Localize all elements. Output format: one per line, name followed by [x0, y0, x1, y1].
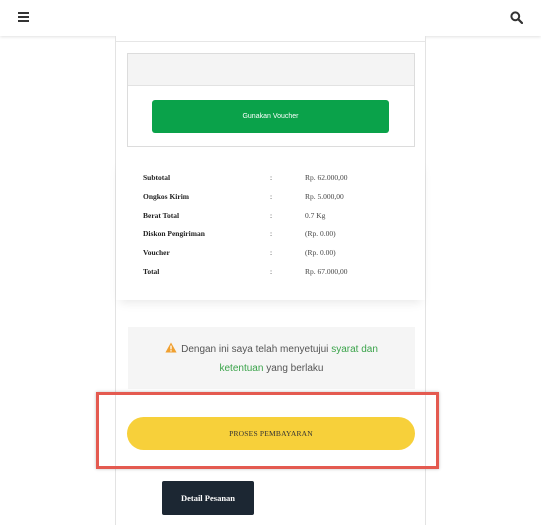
summary-label: Voucher	[143, 248, 170, 257]
terms-agreement-box: Dengan ini saya telah menyetujui syarat …	[128, 327, 415, 389]
use-voucher-button[interactable]: Gunakan Voucher	[152, 100, 389, 133]
voucher-box: Gunakan Voucher	[127, 53, 415, 147]
summary-colon: :	[270, 267, 273, 276]
summary-row-weight: Berat Total : 0.7 Kg	[116, 211, 425, 223]
summary-colon: :	[270, 173, 273, 182]
terms-text-after: yang berlaku	[263, 363, 324, 374]
summary-row-total: Total : Rp. 67.000,00	[116, 267, 425, 279]
summary-label: Total	[143, 267, 160, 276]
summary-value: Rp. 62.000,00	[305, 173, 348, 182]
summary-label: Subtotal	[143, 173, 171, 182]
order-detail-button[interactable]: Detail Pesanan	[162, 481, 254, 515]
summary-value: (Rp. 0.00)	[305, 229, 336, 238]
hamburger-menu-icon[interactable]	[18, 12, 29, 22]
voucher-box-header	[128, 54, 414, 86]
divider	[116, 41, 425, 42]
summary-label: Ongkos Kirim	[143, 192, 190, 201]
summary-label: Berat Total	[143, 211, 180, 220]
summary-value: (Rp. 0.00)	[305, 248, 336, 257]
search-icon[interactable]	[510, 11, 523, 24]
summary-row-shipping: Ongkos Kirim : Rp. 5.000,00	[116, 192, 425, 204]
summary-row-subtotal: Subtotal : Rp. 62.000,00	[116, 173, 425, 185]
warning-icon	[165, 342, 177, 353]
terms-text-line-1: Dengan ini saya telah menyetujui syarat …	[128, 342, 415, 355]
summary-row-shipping-discount: Diskon Pengiriman : (Rp. 0.00)	[116, 229, 425, 241]
summary-colon: :	[270, 229, 273, 238]
summary-colon: :	[270, 248, 273, 257]
summary-value: Rp. 5.000,00	[305, 192, 344, 201]
summary-row-voucher: Voucher : (Rp. 0.00)	[116, 248, 425, 260]
terms-link-continued[interactable]: ketentuan	[220, 363, 264, 374]
terms-link[interactable]: syarat dan	[331, 344, 378, 355]
summary-colon: :	[270, 192, 273, 201]
terms-text-before: Dengan ini saya telah menyetujui	[181, 344, 332, 355]
top-navbar	[0, 0, 541, 36]
summary-colon: :	[270, 211, 273, 220]
summary-value: 0.7 Kg	[305, 211, 326, 220]
order-summary: Subtotal : Rp. 62.000,00 Ongkos Kirim : …	[116, 158, 425, 300]
summary-value: Rp. 67.000,00	[305, 267, 348, 276]
summary-label: Diskon Pengiriman	[143, 229, 205, 238]
process-payment-button[interactable]: PROSES PEMBAYARAN	[127, 417, 415, 450]
terms-text-line-2: ketentuan yang berlaku	[128, 363, 415, 374]
